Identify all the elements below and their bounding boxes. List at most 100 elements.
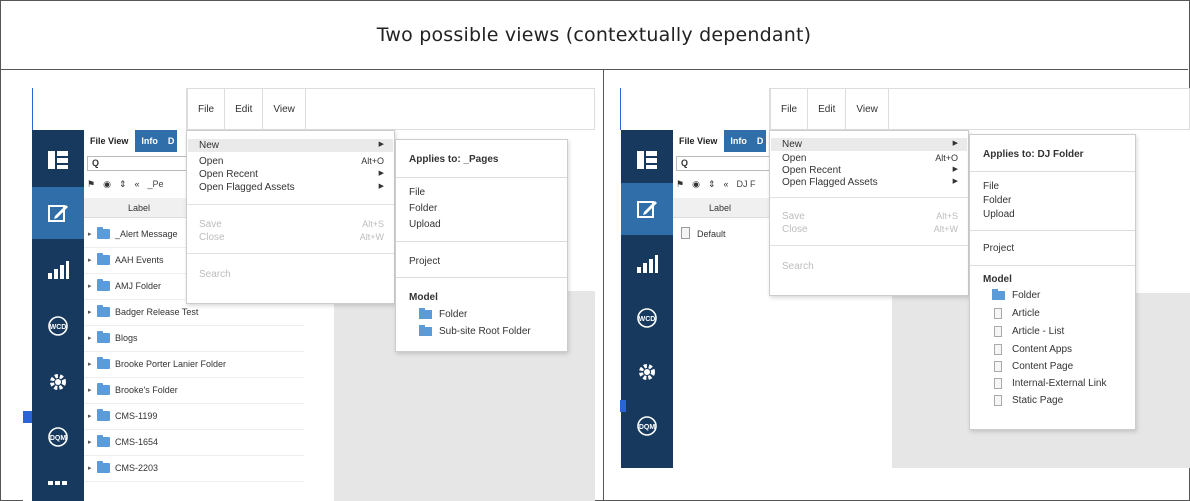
menu-item-open-recent[interactable]: Open Recent ▶: [199, 169, 384, 181]
list-item[interactable]: Default: [673, 222, 769, 248]
expand-icon[interactable]: ▸: [88, 386, 92, 394]
menu-view[interactable]: View: [846, 89, 889, 129]
file-panel: File View Info D Q ⚑ ◉ ⇕ « DJ F Label De…: [673, 130, 773, 468]
project-item[interactable]: Project: [409, 256, 440, 267]
breadcrumb[interactable]: DJ F: [737, 179, 756, 189]
menu-item-open-flagged[interactable]: Open Flagged Assets ▶: [199, 182, 384, 194]
menu-item-label: Open: [782, 153, 807, 164]
flag-icon[interactable]: ⚑: [676, 179, 684, 190]
search-input[interactable]: Q: [87, 156, 197, 171]
expand-icon[interactable]: ▸: [88, 464, 92, 472]
search-input[interactable]: Q: [676, 156, 771, 171]
menu-item-label: New: [782, 139, 803, 150]
submenu-arrow-icon: ▶: [378, 170, 384, 177]
settings-icon[interactable]: [32, 356, 84, 408]
expand-icon[interactable]: ▸: [88, 360, 92, 368]
menu-item-open[interactable]: Open Alt+O: [199, 156, 384, 168]
menu-separator: [187, 204, 394, 205]
reports-icon[interactable]: [621, 238, 673, 290]
upload-item[interactable]: Upload: [983, 209, 1015, 220]
new-file-item[interactable]: File: [983, 181, 999, 192]
shortcut-label: Alt+O: [361, 156, 384, 166]
model-item-label: Folder: [439, 309, 468, 320]
panel-tabs: File View Info D: [84, 130, 178, 152]
menu-item-open-recent[interactable]: Open Recent ▶: [782, 165, 958, 177]
expand-icon[interactable]: ▸: [88, 256, 92, 264]
menu-edit[interactable]: Edit: [808, 89, 847, 129]
menu-bar: File Edit View: [186, 88, 595, 130]
new-file-item[interactable]: File: [409, 187, 425, 198]
globe-icon[interactable]: ◉: [103, 179, 111, 190]
menu-item-search[interactable]: Search: [782, 261, 958, 273]
more-icon[interactable]: [32, 467, 84, 497]
accent-line: [32, 88, 33, 130]
upload-item[interactable]: Upload: [409, 219, 441, 230]
back-icon[interactable]: «: [723, 179, 728, 189]
tab-file-view[interactable]: File View: [673, 130, 725, 152]
new-folder-item[interactable]: Folder: [983, 195, 1011, 206]
item-label: CMS-2203: [115, 463, 159, 473]
page-icon: [994, 308, 1002, 319]
menu-file[interactable]: File: [770, 89, 809, 129]
submenu-arrow-icon: ▶: [952, 166, 958, 173]
project-item[interactable]: Project: [983, 243, 1014, 254]
column-label[interactable]: Label: [709, 203, 731, 213]
list-item[interactable]: ▸ CMS-1654: [84, 430, 304, 456]
expand-icon[interactable]: ▸: [88, 334, 92, 342]
dqm-icon[interactable]: DQM: [621, 400, 673, 452]
flag-icon[interactable]: ⚑: [87, 179, 95, 190]
dqm-icon[interactable]: DQM: [32, 411, 84, 463]
filter-icon[interactable]: ⇕: [708, 179, 716, 190]
tab-file-view[interactable]: File View: [84, 130, 136, 152]
breadcrumb[interactable]: _Pe: [148, 179, 164, 189]
edit-icon[interactable]: [621, 183, 673, 235]
svg-text:WCD: WCD: [50, 324, 67, 331]
list-item[interactable]: ▸ Brooke's Folder: [84, 378, 304, 404]
folder-icon: [97, 305, 110, 317]
filter-icon[interactable]: ⇕: [119, 179, 127, 190]
list-item[interactable]: ▸ CMS-2203: [84, 456, 304, 482]
menu-item-save[interactable]: Save Alt+S: [199, 219, 384, 231]
dashboard-icon[interactable]: [621, 134, 673, 186]
menu-item-label: Search: [199, 269, 231, 280]
expand-icon[interactable]: ▸: [88, 438, 92, 446]
list-item[interactable]: ▸ Blogs: [84, 326, 304, 352]
list-item[interactable]: ▸ Brooke Porter Lanier Folder: [84, 352, 304, 378]
menu-item-open-flagged[interactable]: Open Flagged Assets ▶: [782, 177, 958, 189]
menu-item-new[interactable]: New ▶: [782, 139, 958, 151]
list-item[interactable]: ▸ CMS-1199: [84, 404, 304, 430]
wcd-icon[interactable]: WCD: [621, 292, 673, 344]
menu-item-open[interactable]: Open Alt+O: [782, 153, 958, 165]
expand-icon[interactable]: ▸: [88, 412, 92, 420]
shortcut-label: Alt+S: [936, 211, 958, 221]
edit-icon[interactable]: [32, 187, 84, 239]
rail-marker: [620, 400, 626, 412]
expand-icon[interactable]: ▸: [88, 282, 92, 290]
expand-icon[interactable]: ▸: [88, 230, 92, 238]
tab-d[interactable]: D: [164, 130, 178, 152]
settings-icon[interactable]: [621, 346, 673, 398]
menu-item-search[interactable]: Search: [199, 269, 384, 281]
menu-item-close[interactable]: Close Alt+W: [199, 232, 384, 244]
menu-file[interactable]: File: [187, 89, 226, 129]
submenu-separator: [970, 265, 1135, 266]
back-icon[interactable]: «: [134, 179, 139, 189]
tab-d[interactable]: D: [753, 130, 767, 152]
dashboard-icon[interactable]: [32, 134, 84, 186]
expand-icon[interactable]: ▸: [88, 308, 92, 316]
submenu-separator: [396, 241, 567, 242]
menu-view[interactable]: View: [263, 89, 306, 129]
tab-info[interactable]: Info: [135, 130, 165, 152]
new-folder-item[interactable]: Folder: [409, 203, 437, 214]
wcd-icon[interactable]: WCD: [32, 300, 84, 352]
reports-icon[interactable]: [32, 244, 84, 296]
column-label[interactable]: Label: [128, 203, 150, 213]
tab-info[interactable]: Info: [724, 130, 754, 152]
shortcut-label: Alt+W: [359, 232, 384, 242]
menu-edit[interactable]: Edit: [225, 89, 264, 129]
menu-item-close[interactable]: Close Alt+W: [782, 224, 958, 236]
menu-item-save[interactable]: Save Alt+S: [782, 211, 958, 223]
globe-icon[interactable]: ◉: [692, 179, 700, 190]
menu-item-new[interactable]: New ▶: [199, 140, 384, 152]
column-header: Label: [673, 198, 769, 218]
